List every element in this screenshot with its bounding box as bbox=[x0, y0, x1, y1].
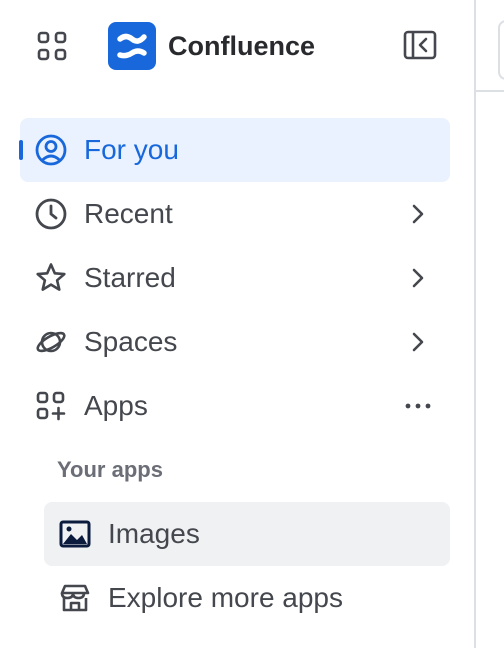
your-apps-heading: Your apps bbox=[57, 457, 163, 482]
main-content-card-edge bbox=[498, 20, 504, 80]
collapse-sidebar-icon bbox=[403, 30, 437, 60]
app-switcher-button[interactable] bbox=[34, 28, 70, 64]
app-switcher-icon bbox=[37, 31, 67, 61]
nav-item-spaces[interactable]: Spaces bbox=[20, 310, 450, 374]
star-icon bbox=[34, 261, 68, 295]
nav-item-recent[interactable]: Recent bbox=[20, 182, 450, 246]
clock-icon bbox=[34, 197, 68, 231]
nav-item-starred[interactable]: Starred bbox=[20, 246, 450, 310]
nav-item-label: Spaces bbox=[84, 326, 178, 357]
nav-item-label: For you bbox=[84, 134, 179, 165]
chevron-right-icon[interactable] bbox=[404, 264, 432, 292]
store-icon bbox=[58, 581, 92, 615]
confluence-logo-icon[interactable] bbox=[108, 22, 156, 70]
person-circle-icon bbox=[34, 133, 68, 167]
app-item-label: Explore more apps bbox=[108, 582, 344, 613]
apps-add-icon bbox=[34, 389, 68, 423]
main-header-divider bbox=[476, 90, 504, 92]
chevron-right-icon[interactable] bbox=[404, 328, 432, 356]
nav-item-label: Apps bbox=[84, 390, 148, 421]
main-content bbox=[476, 0, 504, 648]
app-item-explore-more-apps[interactable]: Explore more apps bbox=[44, 566, 450, 630]
nav-item-label: Starred bbox=[84, 262, 176, 293]
collapse-sidebar-button[interactable] bbox=[400, 28, 440, 64]
nav-item-for-you[interactable]: For you bbox=[19, 118, 450, 182]
image-icon bbox=[58, 517, 92, 551]
sidebar: Confluence For you Recent Starred Spaces… bbox=[0, 0, 476, 648]
app-item-images[interactable]: Images bbox=[44, 502, 450, 566]
app-item-label: Images bbox=[108, 518, 200, 549]
product-name[interactable]: Confluence bbox=[168, 28, 315, 64]
nav-item-apps[interactable]: Apps bbox=[20, 374, 450, 438]
planet-icon bbox=[34, 325, 68, 359]
selected-indicator bbox=[19, 140, 23, 160]
chevron-right-icon[interactable] bbox=[404, 200, 432, 228]
sidebar-header: Confluence bbox=[0, 0, 474, 92]
nav-item-label: Recent bbox=[84, 198, 173, 229]
more-actions-icon[interactable] bbox=[402, 394, 434, 418]
